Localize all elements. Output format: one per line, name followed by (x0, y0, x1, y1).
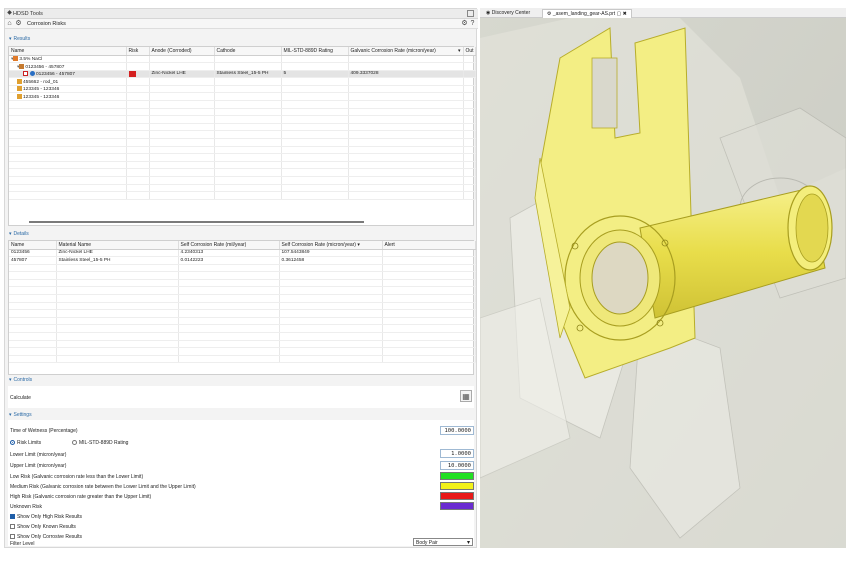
risk-indicator (128, 70, 136, 77)
panel-title: Corrosion Risks (27, 21, 66, 27)
medium-risk-label: Medium Risk (Galvanic corrosion rate bet… (10, 484, 196, 490)
mil-std-radio[interactable]: MIL-STD-889D Rating (72, 440, 128, 446)
filter-level-dropdown[interactable]: Body Pair (413, 538, 473, 546)
gear-icon[interactable]: ⚙ (15, 20, 22, 27)
horizontal-scrollbar[interactable] (29, 221, 364, 223)
risk-limits-radio[interactable]: Risk Limits (10, 440, 41, 446)
body-pair-icon (17, 78, 22, 84)
low-risk-color-swatch[interactable] (440, 472, 474, 480)
radio-unselected-icon (72, 440, 77, 446)
col-risk[interactable]: Risk (126, 47, 150, 56)
tab-discovery-center[interactable]: ◉ Discovery Center (482, 9, 534, 18)
cathode-cell: Stainless Steel_15-5 PH (214, 70, 282, 79)
table-row[interactable]: 0123456 Zinc-Nickel LHE 4.2340313 107.54… (9, 249, 476, 258)
contact-icon (30, 71, 35, 77)
unknown-risk-color-swatch[interactable] (440, 502, 474, 510)
table-row[interactable]: 123345 - 123346 (9, 85, 476, 94)
panel-subbar: ⌂ ⚙ Corrosion Risks ⚙ ? (5, 19, 478, 29)
lower-limit-input[interactable]: 1.0000 (440, 449, 474, 458)
table-row[interactable]: 123345 - 123346 (9, 92, 476, 102)
lower-limit-label: Lower Limit (micron/year) (10, 452, 67, 458)
rating-cell: 5 (281, 70, 349, 79)
controls-box: Calculate ▦ (8, 386, 474, 408)
col-material[interactable]: Material Name (56, 241, 179, 250)
panel-titlebar: ◆ HDSD Tools (5, 9, 478, 19)
col-rating[interactable]: MIL-STD-889D Rating (281, 47, 349, 56)
file-icon: ▢ (616, 11, 622, 17)
col-name[interactable]: Name (9, 241, 57, 250)
controls-section-header[interactable]: Controls (9, 377, 33, 383)
settings-section-header[interactable]: Settings (9, 412, 32, 418)
body-pair-icon (17, 86, 22, 92)
results-section-header[interactable]: Results (9, 36, 31, 42)
tab-model-file[interactable]: ⚙ _asem_landing_gear-AS.prt ▢ ✖ (542, 9, 632, 18)
filter-level-label: Filter Level (10, 541, 35, 547)
checkbox-checked-icon (10, 514, 15, 520)
col-cathode[interactable]: Cathode (214, 47, 282, 56)
document-tabs: ◉ Discovery Center ⚙ _asem_landing_gear-… (480, 8, 846, 18)
calculate-button[interactable]: ▦ (460, 390, 472, 402)
rate-cell: 409.3337028 (348, 70, 464, 79)
details-table-container: Name Material Name Self Corrosion Rate (… (8, 240, 476, 375)
results-table-container: Name Risk Anode (Corroded) Cathode MIL-S… (8, 46, 476, 226)
body-pair-icon (19, 63, 25, 69)
settings-box: Time of Wetness (Percentage) 100.0000 Ri… (8, 420, 474, 546)
model-viewport[interactable]: ◉ Discovery Center ⚙ _asem_landing_gear-… (480, 8, 846, 548)
high-risk-label: High Risk (Galvanic corrosion rate great… (10, 494, 152, 500)
row-checkbox[interactable] (23, 71, 28, 77)
table-row[interactable]: ▾ 3.5% NaCl (9, 55, 476, 64)
show-high-risk-checkbox[interactable]: Show Only High Risk Results (10, 514, 82, 520)
show-corrosive-checkbox[interactable]: Show Only Corrosive Results (10, 534, 82, 540)
col-self-rate-micron[interactable]: Self Corrosion Rate (micron/year) ▾ (279, 241, 383, 250)
close-tab-icon[interactable]: ✖ (623, 11, 627, 17)
col-galvanic-rate[interactable]: Galvanic Corrosion Rate (micron/year) ▾ (348, 47, 464, 56)
upper-limit-input[interactable]: 10.0000 (440, 461, 474, 470)
checkbox-unchecked-icon (10, 524, 15, 530)
low-risk-label: Low Risk (Galvanic corrosion rate less t… (10, 474, 144, 480)
col-name[interactable]: Name (9, 47, 127, 56)
app-title: HDSD Tools (13, 11, 43, 17)
corrosion-tools-panel: ◆ HDSD Tools ⌂ ⚙ Corrosion Risks ⚙ ? Res… (4, 8, 478, 548)
table-row[interactable]: 457807 Stainless Steel_15-5 PH 0.0142223… (9, 256, 476, 265)
col-alert[interactable]: Alert (382, 241, 476, 250)
col-out[interactable]: Out (463, 47, 476, 56)
discovery-icon: ◉ (486, 10, 491, 16)
time-of-wetness-input[interactable]: 100.0000 (440, 426, 474, 435)
show-known-checkbox[interactable]: Show Only Known Results (10, 524, 76, 530)
part-icon: ⚙ (547, 11, 552, 17)
col-anode[interactable]: Anode (Corroded) (149, 47, 215, 56)
table-row[interactable]: 0123456 - 457807 Zinc-Nickel LHE Stainle… (9, 70, 476, 79)
calculate-label: Calculate (10, 395, 31, 401)
results-table: Name Risk Anode (Corroded) Cathode MIL-S… (9, 47, 476, 200)
checkbox-unchecked-icon (10, 534, 15, 540)
details-table: Name Material Name Self Corrosion Rate (… (9, 241, 476, 364)
maximize-button[interactable] (467, 10, 474, 17)
table-row[interactable]: 455662 - rod_01 (9, 77, 476, 86)
environment-icon (13, 55, 19, 61)
body-pair-icon (17, 93, 22, 99)
upper-limit-label: Upper Limit (micron/year) (10, 463, 67, 469)
high-risk-color-swatch[interactable] (440, 492, 474, 500)
medium-risk-color-swatch[interactable] (440, 482, 474, 490)
unknown-risk-label: Unknown Risk (10, 504, 42, 510)
anode-cell: Zinc-Nickel LHE (149, 70, 215, 79)
app-icon: ◆ (7, 10, 12, 16)
sort-down-icon: ▾ (457, 47, 461, 54)
sort-down-icon: ▾ (357, 241, 360, 248)
time-of-wetness-label: Time of Wetness (Percentage) (10, 428, 78, 434)
landing-gear-model (480, 18, 846, 548)
col-self-rate-mil[interactable]: Self Corrosion Rate (mil/year) (178, 241, 280, 250)
home-icon[interactable]: ⌂ (6, 20, 13, 27)
table-row[interactable]: ▾ 0123456 - 457807 (9, 62, 476, 71)
radio-selected-icon (10, 440, 15, 446)
details-section-header[interactable]: Details (9, 231, 29, 237)
settings-gear-icon[interactable]: ⚙ (461, 20, 468, 27)
help-icon[interactable]: ? (469, 20, 476, 27)
